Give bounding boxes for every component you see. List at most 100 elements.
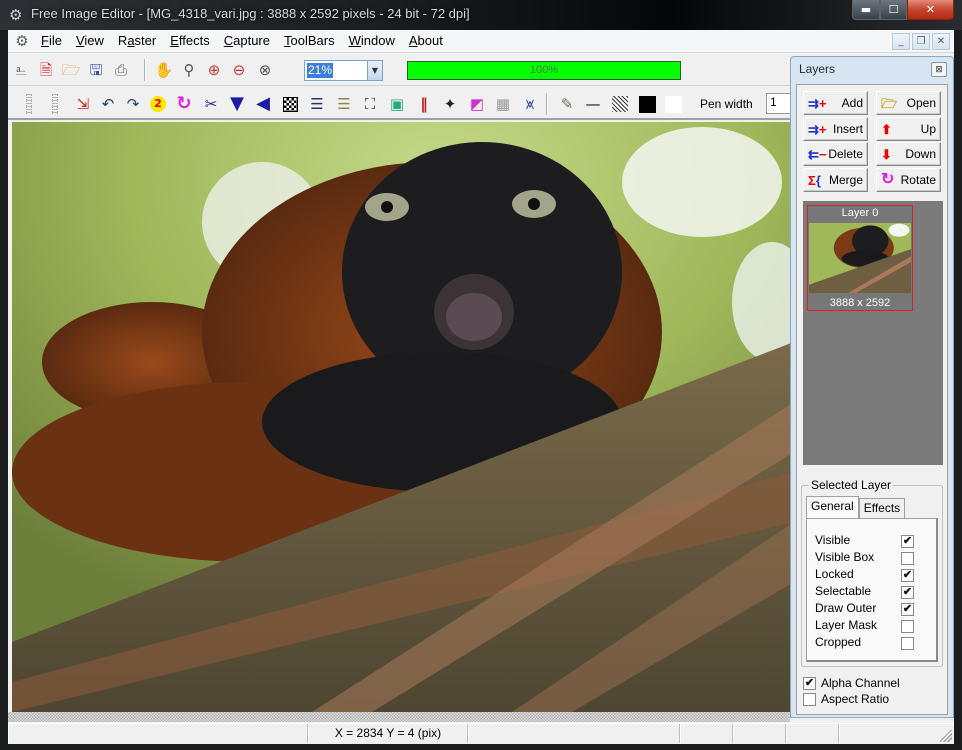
toolbar-grip[interactable]	[26, 94, 32, 114]
save-icon[interactable]: 🖫	[85, 59, 107, 81]
color-channels-icon[interactable]: ‖	[413, 93, 435, 115]
property-row: Visible ✔	[815, 533, 915, 550]
mdi-restore-button[interactable]: ❐	[912, 33, 930, 50]
insert-layer-button[interactable]: ⇉+ Insert	[803, 117, 868, 141]
toolbar-separator	[144, 59, 146, 81]
gradient-icon[interactable]: ◩	[466, 93, 488, 115]
maximize-button[interactable]: ☐	[880, 0, 907, 20]
new-icon[interactable]: 🗎	[35, 59, 57, 81]
menu-file[interactable]: File	[34, 30, 69, 52]
merge-icon: Σ{	[808, 172, 821, 188]
rotate-left-icon[interactable]: ↶	[97, 93, 119, 115]
property-checkbox[interactable]: ✔	[901, 586, 914, 599]
layers-panel-close-button[interactable]: ⊠	[931, 62, 947, 77]
close-icon: ✕	[936, 36, 946, 47]
selected-layer-legend: Selected Layer	[809, 478, 894, 492]
property-checkbox[interactable]: ✔	[901, 603, 914, 616]
merge-layers-button[interactable]: Σ{ Merge	[803, 168, 868, 192]
property-row: Visible Box	[815, 550, 915, 567]
cut-paste-icon[interactable]: ✂	[200, 93, 222, 115]
flip-vertical-icon[interactable]: ▼	[226, 93, 248, 115]
menu-raster[interactable]: Raster	[111, 30, 163, 52]
close-icon: ⊠	[935, 64, 943, 75]
rotate-layer-button[interactable]: ↻ Rotate	[876, 168, 941, 192]
minimize-button[interactable]: ▬	[852, 0, 880, 20]
print-icon[interactable]: ⎙	[110, 59, 132, 81]
layer-thumbnail[interactable]: Layer 0 3888 x 2592	[807, 205, 913, 311]
add-layer-button[interactable]: ⇉+ Add	[803, 91, 868, 115]
toolbar-grip[interactable]	[52, 94, 58, 114]
step2-icon[interactable]: 2	[147, 93, 169, 115]
status-cell	[839, 724, 954, 743]
chevron-down-icon[interactable]: ▼	[367, 61, 382, 80]
zoom-icon[interactable]: ⚲	[178, 59, 200, 81]
horizontal-scrollbar[interactable]	[8, 712, 790, 722]
close-button[interactable]: ✕	[907, 0, 954, 20]
zoom-in-icon[interactable]: ⊕	[203, 59, 225, 81]
convert-icon[interactable]: ⇲	[72, 93, 94, 115]
property-row: Selectable ✔	[815, 584, 915, 601]
open-folder-icon[interactable]: 🗁	[60, 59, 82, 81]
tab-general[interactable]: General	[806, 496, 859, 518]
hatch-pattern-icon[interactable]	[609, 93, 631, 115]
histogram-icon[interactable]: ⩙	[519, 93, 541, 115]
layers-panel: Layers ⊠ ⇉+ Add 🗁 Open ⇉+ Insert ⬆ Up ⇇−…	[790, 56, 954, 718]
rotate-right-icon[interactable]: ↷	[122, 93, 144, 115]
foreground-color[interactable]	[636, 93, 658, 115]
document-gear-icon[interactable]: ⚙	[10, 32, 34, 50]
image-canvas[interactable]	[8, 122, 790, 712]
zoom-level-combobox[interactable]: 21% ▼	[304, 60, 383, 81]
menu-view[interactable]: View	[69, 30, 111, 52]
zoom-fit-icon[interactable]: ⊗	[254, 59, 276, 81]
app-gear-icon[interactable]: ⚙	[9, 7, 25, 23]
menu-window[interactable]: Window	[342, 30, 402, 52]
background-color[interactable]	[662, 93, 684, 115]
open-layer-button[interactable]: 🗁 Open	[876, 91, 941, 115]
line-style-icon[interactable]: —	[582, 93, 604, 115]
hand-pan-icon[interactable]: ✋	[153, 59, 175, 81]
pen-width-input[interactable]: 1	[766, 93, 792, 114]
menu-about[interactable]: About	[402, 30, 450, 52]
flip-horizontal-icon[interactable]: ◀	[252, 93, 274, 115]
arrow-down-icon: ⬇	[881, 146, 892, 162]
magic-icon[interactable]: ✦	[439, 93, 461, 115]
checker-icon[interactable]	[279, 93, 301, 115]
menu-toolbars[interactable]: ToolBars	[277, 30, 342, 52]
layers-list[interactable]: Layer 0 3888 x 2592	[803, 201, 943, 465]
menu-effects[interactable]: Effects	[163, 30, 217, 52]
rotate-icon[interactable]: ↻	[173, 93, 195, 115]
frame-icon[interactable]: ▣	[386, 93, 408, 115]
layer-up-button[interactable]: ⬆ Up	[876, 117, 941, 141]
title-bar[interactable]: ⚙ Free Image Editor - [MG_4318_vari.jpg …	[0, 0, 962, 30]
property-checkbox[interactable]	[901, 637, 914, 650]
toolbar-separator	[546, 93, 548, 115]
layers-front-icon[interactable]: ☰	[333, 93, 355, 115]
menu-capture[interactable]: Capture	[217, 30, 277, 52]
option-checkbox[interactable]: ✔	[803, 677, 816, 690]
status-cell	[786, 724, 839, 743]
tab-effects[interactable]: Effects	[858, 498, 906, 518]
mdi-close-button[interactable]: ✕	[932, 33, 950, 50]
resize-grip[interactable]	[940, 730, 952, 742]
pen-tool-icon[interactable]: ✎	[556, 93, 578, 115]
zoom-level-value[interactable]: 21%	[307, 63, 334, 78]
property-label: Visible	[815, 533, 851, 547]
lemur-photo	[12, 122, 790, 712]
zoom-out-icon[interactable]: ⊖	[228, 59, 250, 81]
property-checkbox[interactable]	[901, 620, 914, 633]
mdi-minimize-button[interactable]: _	[892, 33, 910, 50]
layer-down-button[interactable]: ⬇ Down	[876, 142, 941, 166]
option-checkbox[interactable]	[803, 693, 816, 706]
progress-bar: 100%	[407, 61, 681, 80]
delete-layer-button[interactable]: ⇇− Delete	[803, 142, 868, 166]
scanner-icon[interactable]: ⎁	[10, 59, 32, 81]
crop-page-icon[interactable]: ⛶	[359, 93, 381, 115]
property-checkbox[interactable]: ✔	[901, 535, 914, 548]
property-checkbox[interactable]	[901, 552, 914, 565]
layer-preview-image	[809, 223, 911, 293]
property-checkbox[interactable]: ✔	[901, 569, 914, 582]
grid-icon[interactable]: ▦	[492, 93, 514, 115]
status-bar: X = 2834 Y = 4 (pix)	[8, 723, 954, 744]
property-label: Locked	[815, 567, 854, 581]
layers-back-icon[interactable]: ☰	[306, 93, 328, 115]
